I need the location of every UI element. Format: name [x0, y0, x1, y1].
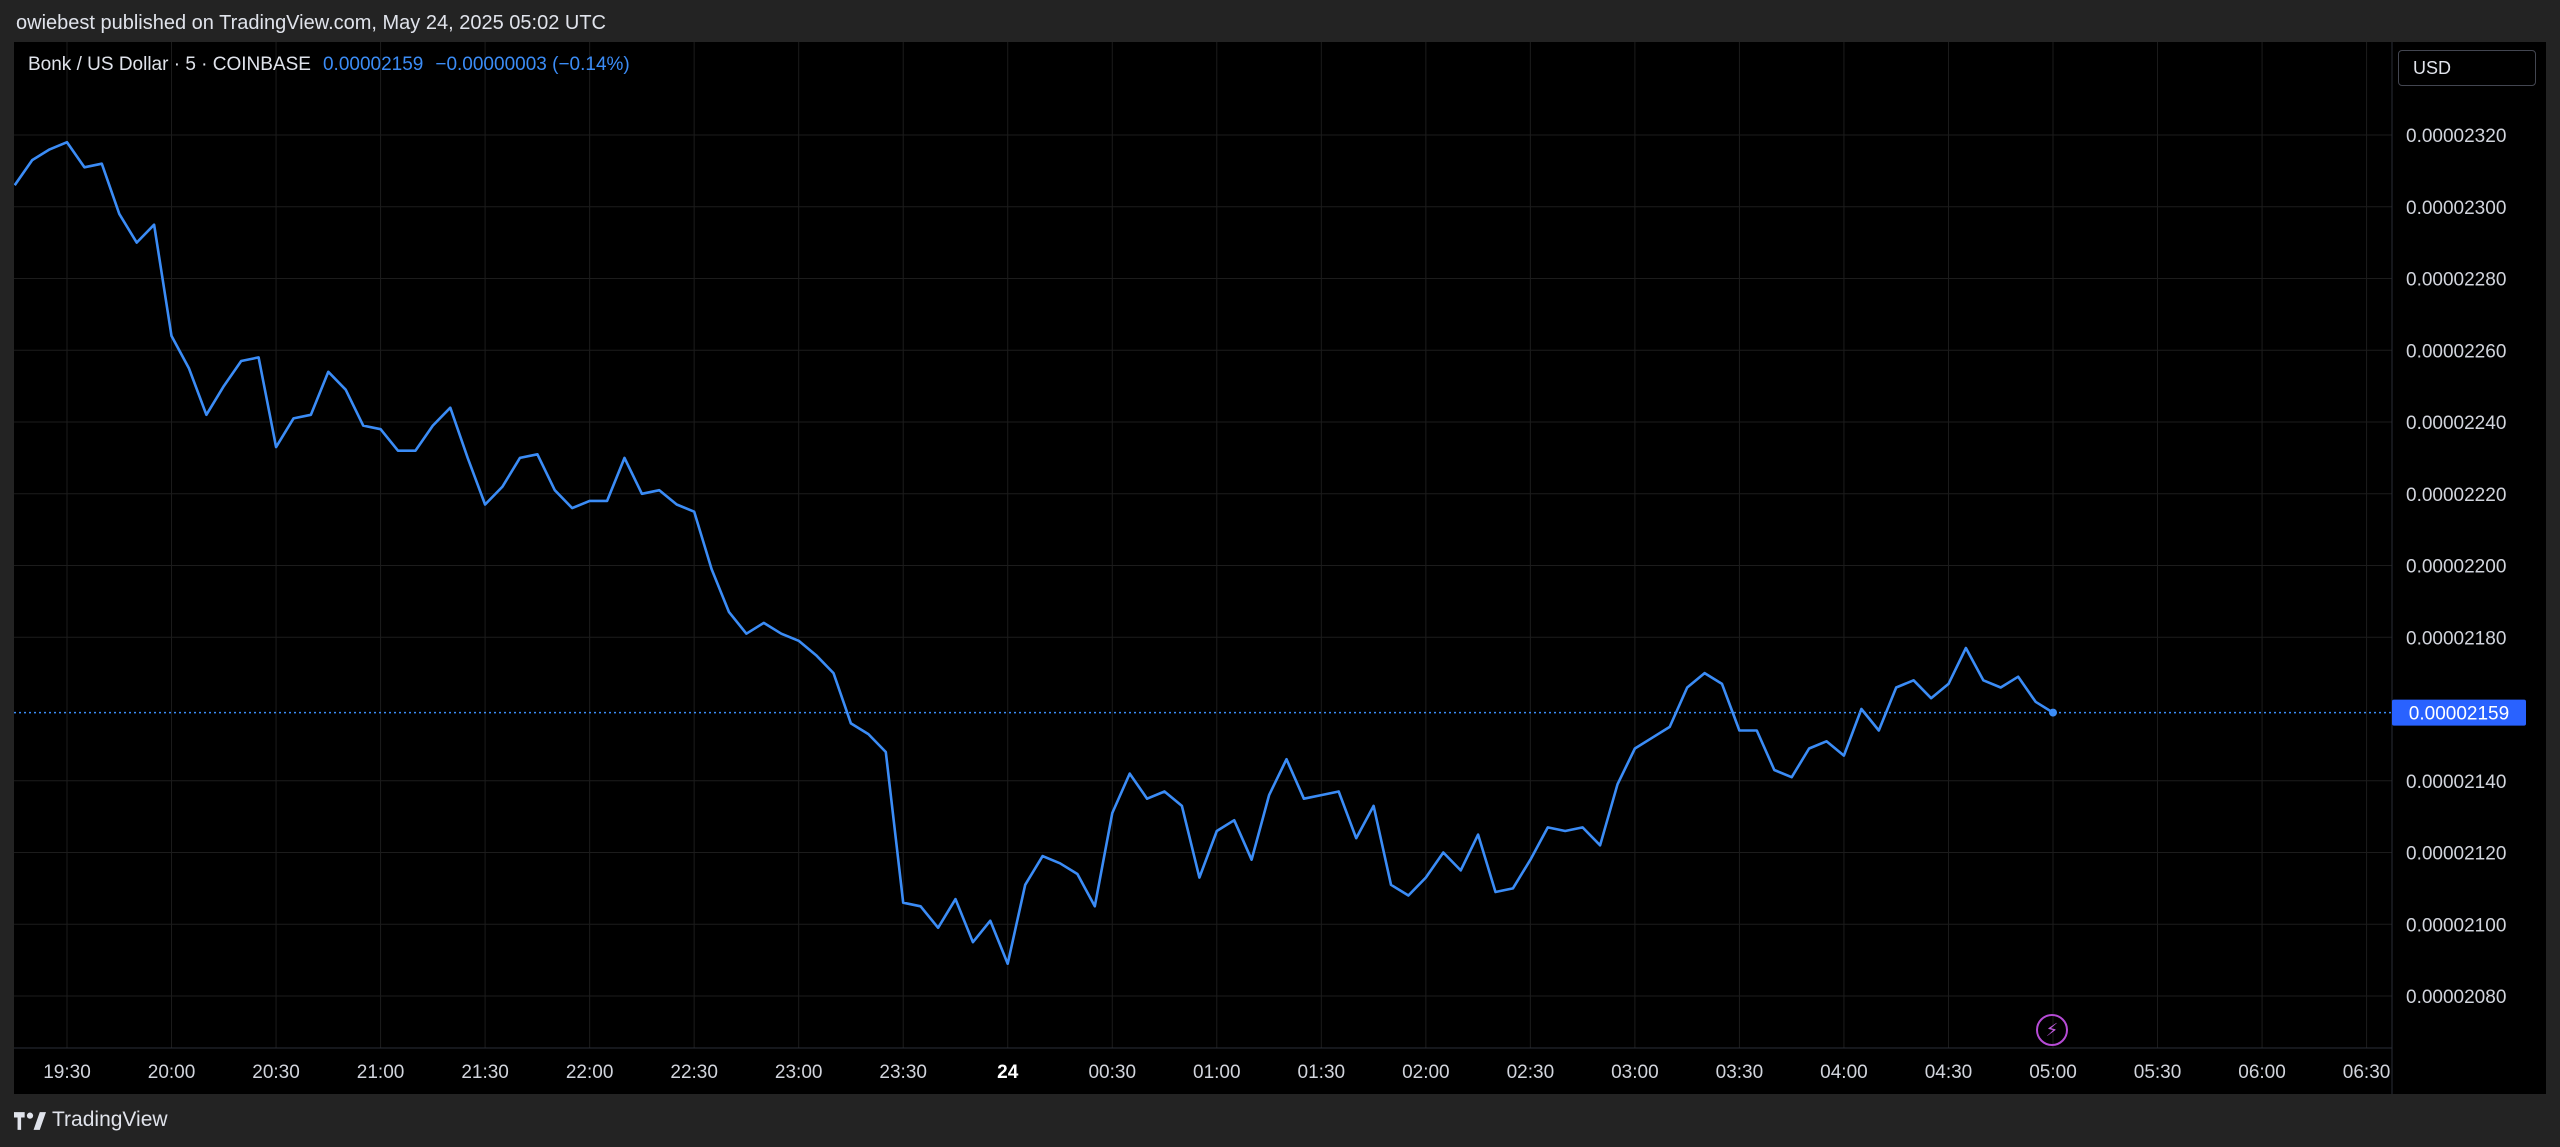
last-price-label: 0.00002159	[2409, 704, 2509, 725]
x-tick-label: 05:30	[2134, 1062, 2182, 1083]
x-tick-label: 05:00	[2029, 1062, 2077, 1083]
x-tick-label: 06:30	[2343, 1062, 2391, 1083]
series-line-bonk-usd	[14, 140, 2054, 965]
currency-selector[interactable]: USD	[2398, 50, 2536, 86]
x-tick-label: 04:30	[1925, 1062, 1973, 1083]
x-tick-label: 21:00	[357, 1062, 405, 1083]
footer: TradingView	[0, 1096, 2560, 1147]
time-axis[interactable]: 19:30 20:00 20:30 21:00 21:30 22:00 22:30 23:00…	[43, 1062, 2390, 1083]
x-tick-label: 20:00	[148, 1062, 196, 1083]
y-tick-label: 0.00002140	[2406, 772, 2506, 793]
y-tick-label: 0.00002100	[2406, 915, 2506, 936]
grid	[14, 42, 2392, 1048]
x-tick-label: 23:00	[775, 1062, 823, 1083]
legend-change: −0.00000003 (−0.14%)	[435, 54, 630, 75]
chart-frame[interactable]: 0.00002320 0.00002300 0.00002280 0.00002260…	[14, 42, 2546, 1094]
x-tick-label: 02:30	[1507, 1062, 1555, 1083]
x-tick-label: 01:00	[1193, 1062, 1241, 1083]
last-price-tag: 0.00002159	[2392, 699, 2526, 726]
y-tick-label: 0.00002120	[2406, 844, 2506, 865]
x-tick-label: 20:30	[252, 1062, 300, 1083]
y-tick-label: 0.00002200	[2406, 557, 2506, 578]
x-tick-label: 06:00	[2238, 1062, 2286, 1083]
x-tick-label: 21:30	[461, 1062, 509, 1083]
currency-label: USD	[2413, 58, 2452, 78]
price-axis[interactable]: 0.00002320 0.00002300 0.00002280 0.00002260…	[2406, 126, 2506, 1008]
y-tick-label: 0.00002300	[2406, 198, 2506, 219]
lightning-icon[interactable]: ⚡	[2036, 1014, 2068, 1046]
published-info: owiebest published on TradingView.com, M…	[16, 12, 606, 34]
x-tick-label: 03:00	[1611, 1062, 1659, 1083]
x-tick-label: 22:00	[566, 1062, 614, 1083]
y-tick-label: 0.00002220	[2406, 485, 2506, 506]
x-tick-label: 00:30	[1088, 1062, 1136, 1083]
legend-symbol[interactable]: Bonk / US Dollar · 5 · COINBASE	[28, 54, 311, 76]
last-price-point	[2049, 708, 2057, 717]
y-tick-label: 0.00002280	[2406, 270, 2506, 291]
x-tick-label: 03:30	[1716, 1062, 1764, 1083]
x-tick-label: 24	[997, 1062, 1019, 1083]
x-tick-label: 01:30	[1298, 1062, 1346, 1083]
x-tick-label: 22:30	[670, 1062, 718, 1083]
legend: Bonk / US Dollar · 5 · COINBASE 0.000021…	[28, 54, 630, 76]
y-tick-label: 0.00002080	[2406, 987, 2506, 1008]
footer-brand[interactable]: TradingView	[52, 1108, 168, 1132]
price-chart[interactable]: 0.00002320 0.00002300 0.00002280 0.00002260…	[14, 42, 2546, 1094]
x-tick-label: 04:00	[1820, 1062, 1868, 1083]
x-tick-label: 23:30	[879, 1062, 927, 1083]
publish-bar: owiebest published on TradingView.com, M…	[0, 0, 2560, 48]
tradingview-logo-icon[interactable]	[14, 1110, 46, 1132]
x-tick-label: 02:00	[1402, 1062, 1450, 1083]
y-tick-label: 0.00002260	[2406, 341, 2506, 362]
y-tick-label: 0.00002180	[2406, 628, 2506, 649]
y-tick-label: 0.00002320	[2406, 126, 2506, 147]
legend-price: 0.00002159	[322, 54, 424, 75]
x-tick-label: 19:30	[43, 1062, 91, 1083]
y-tick-label: 0.00002240	[2406, 413, 2506, 434]
